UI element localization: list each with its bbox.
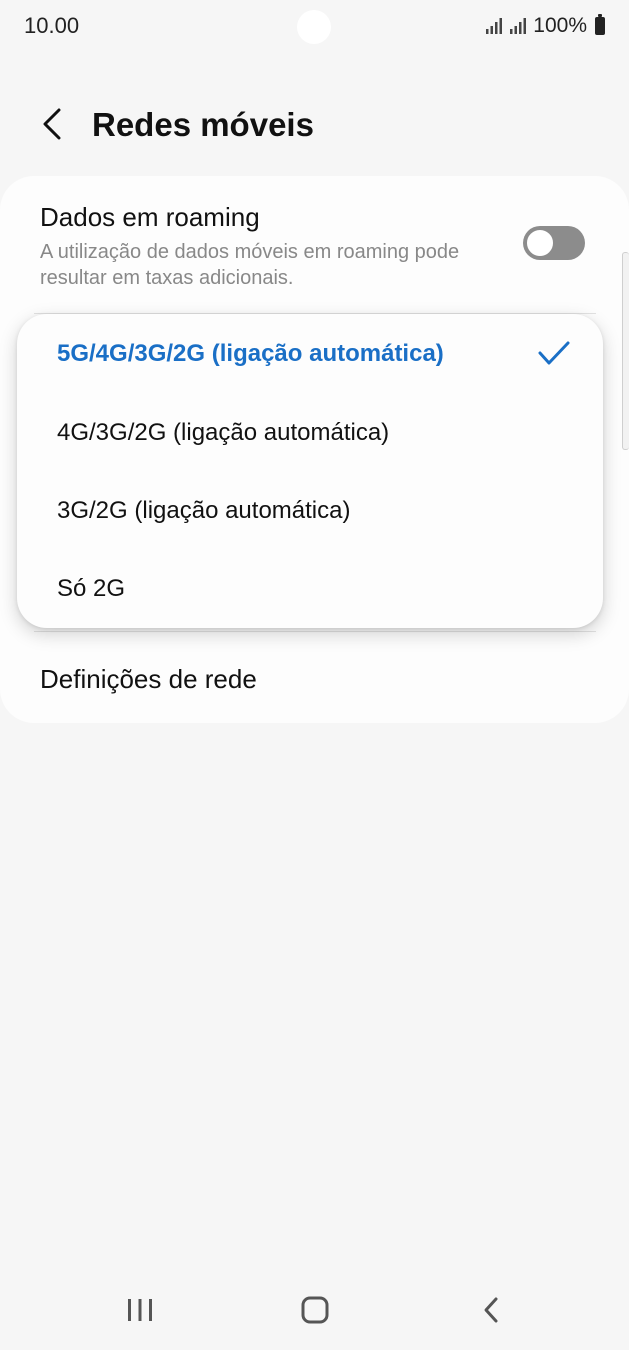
chevron-left-icon — [43, 108, 61, 140]
network-mode-popup: 5G/4G/3G/2G (ligação automática) 4G/3G/2… — [17, 314, 603, 628]
status-time: 10.00 — [24, 13, 80, 38]
network-mode-option[interactable]: Só 2G — [57, 575, 125, 603]
network-mode-option[interactable]: 4G/3G/2G (ligação automática) — [57, 419, 389, 447]
app-bar: Redes móveis — [0, 90, 629, 160]
home-icon — [301, 1296, 329, 1324]
battery-percent: 100% — [533, 14, 587, 37]
recent-apps-button[interactable] — [110, 1288, 170, 1332]
navigation-bar — [0, 1270, 629, 1350]
back-nav-button[interactable] — [461, 1288, 521, 1332]
status-bar: 10.00 100% — [0, 0, 629, 56]
divider — [34, 631, 596, 632]
network-settings-item[interactable]: Definições de rede — [40, 664, 257, 695]
back-icon — [484, 1297, 498, 1323]
network-mode-option[interactable]: 3G/2G (ligação automática) — [57, 497, 350, 525]
home-button[interactable] — [285, 1288, 345, 1332]
battery-icon — [595, 14, 605, 35]
signal-icon — [486, 18, 503, 34]
page-title: Redes móveis — [92, 106, 314, 143]
roaming-description: A utilização de dados móveis em roaming … — [40, 241, 460, 289]
back-button[interactable] — [30, 102, 74, 146]
roaming-row[interactable]: Dados em roaming A utilização de dados m… — [40, 202, 600, 291]
network-mode-option[interactable]: 5G/4G/3G/2G (ligação automática) — [57, 340, 444, 368]
camera-cutout — [297, 10, 331, 44]
recent-apps-icon — [128, 1299, 152, 1321]
roaming-toggle[interactable] — [523, 226, 585, 260]
status-icons: 100% — [485, 14, 605, 38]
roaming-title: Dados em roaming — [40, 202, 260, 232]
signal-icon — [510, 18, 527, 34]
toggle-knob — [525, 228, 555, 258]
scrollbar[interactable] — [622, 252, 629, 450]
checkmark-icon — [538, 341, 570, 365]
